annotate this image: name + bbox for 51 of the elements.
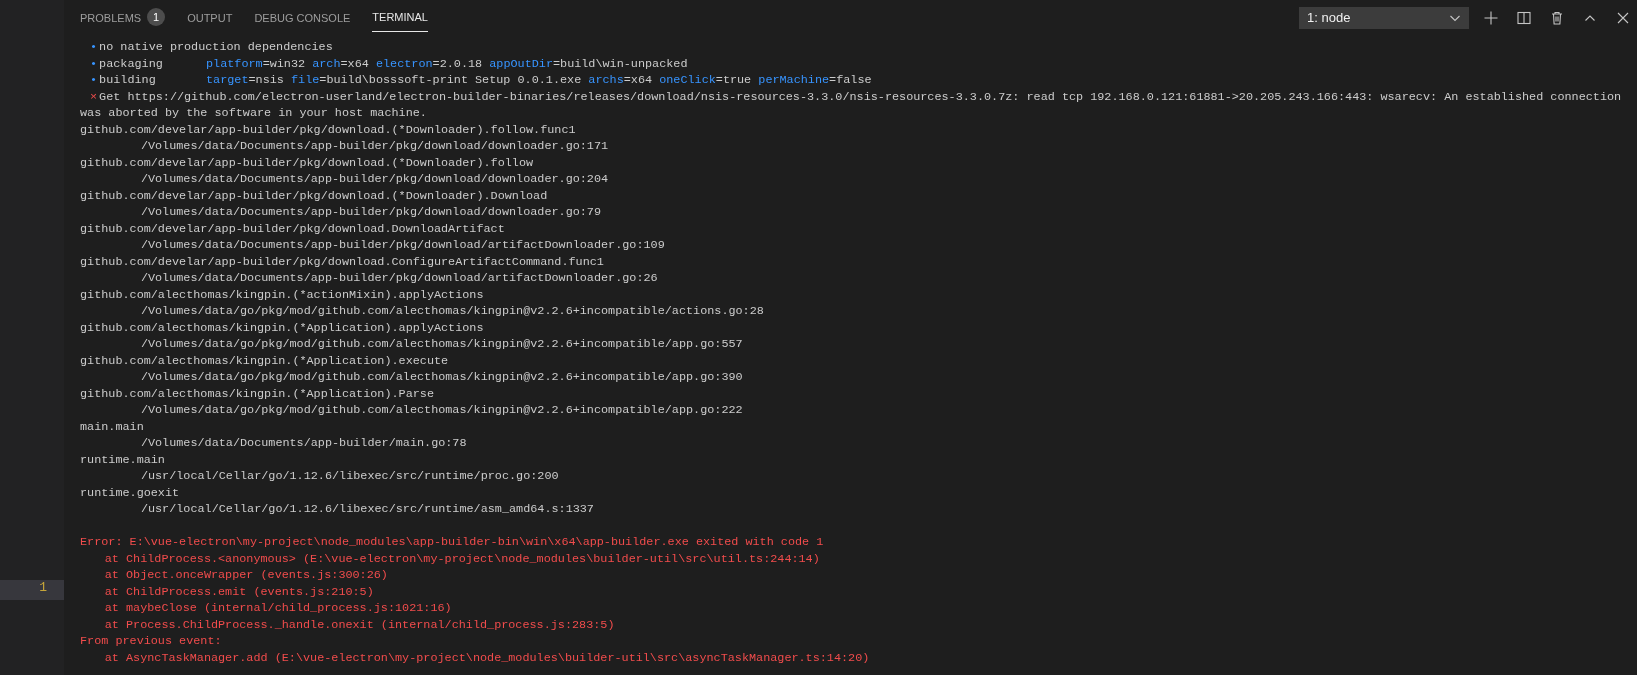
terminal-line: /Volumes/data/Documents/app-builder/pkg/download/downloader.go:79 — [139, 204, 603, 221]
terminal-line: main.main — [80, 418, 145, 435]
count-badge: 1 — [147, 8, 166, 26]
terminal-line: github.com/develar/app-builder/pkg/download.DownloadArtifact — [80, 220, 506, 237]
error-icon: × — [89, 88, 100, 105]
plus-icon[interactable] — [1483, 9, 1499, 26]
terminal-line: /Volumes/data/go/pkg/mod/github.com/alecthomas/kingpin@v2.2.6+incompatible/actions.go:28 — [139, 303, 765, 320]
log-message: Get https://github.com/electron-userland/electron-builder-binaries/releases/download/nsis-resources-3.3.0/nsis-resources-3.3.0.7z: read tcp 192.168.0.121:61881->20.205.243.166:443: wsarecv: An established connection — [99, 88, 1622, 105]
error-line: Error: E:\vue-electron\my-project\node_modules\app-builder-bin\win\x64\app-builder.exe exited with code 1 — [80, 534, 825, 551]
error-line: From previous event: — [80, 633, 223, 650]
terminal-line: was aborted by the software in your host machine. — [80, 105, 428, 122]
terminal-line: /Volumes/data/go/pkg/mod/github.com/alecthomas/kingpin@v2.2.6+incompatible/app.go:390 — [139, 369, 744, 386]
terminal-line: runtime.main — [80, 451, 166, 468]
terminal-line: github.com/develar/app-builder/pkg/download.ConfigureArtifactCommand.func1 — [80, 253, 605, 270]
terminal-line: /Volumes/data/Documents/app-builder/pkg/download/downloader.go:171 — [139, 138, 610, 155]
panel-tab[interactable]: TERMINAL — [372, 0, 428, 35]
error-line: at AsyncTaskManager.add (E:\vue-electron\my-project\node_modules\builder-util\src\asyncTaskManager.ts:14:20) — [103, 649, 871, 666]
error-line: at Object.onceWrapper (events.js:300:26) — [103, 567, 389, 584]
bullet-icon: • — [89, 55, 100, 72]
terminal-line: /Volumes/data/Documents/app-builder/pkg/download/artifactDownloader.go:109 — [139, 237, 666, 254]
error-line: at Process.ChildProcess._handle.onexit (internal/child_process.js:283:5) — [103, 616, 616, 633]
bullet-icon: • — [89, 39, 100, 56]
trash-icon[interactable] — [1549, 9, 1565, 26]
line-number: 1 — [0, 580, 64, 600]
terminal-line: github.com/alecthomas/kingpin.(*actionMixin).applyActions — [80, 286, 485, 303]
terminal-line: /Volumes/data/go/pkg/mod/github.com/alecthomas/kingpin@v2.2.6+incompatible/app.go:557 — [139, 336, 744, 353]
terminal-line: /Volumes/data/Documents/app-builder/pkg/download/artifactDownloader.go:26 — [139, 270, 659, 287]
log-message: packaging platform=win32 arch=x64 electron=2.0.18 appOutDir=build\win-unpacked — [99, 55, 688, 72]
panel-tab[interactable]: PROBLEMS 1 — [80, 0, 166, 35]
error-line: at ChildProcess.<anonymous> (E:\vue-electron\my-project\node_modules\builder-util\src\util.ts:244:14) — [103, 550, 821, 567]
split-icon[interactable] — [1516, 9, 1532, 26]
terminal-line: github.com/develar/app-builder/pkg/download.(*Downloader).follow — [80, 154, 535, 171]
panel-tab[interactable]: DEBUG CONSOLE — [254, 0, 351, 35]
log-message: building target=nsis file=build\bosssoft-print Setup 0.0.1.exe archs=x64 oneClick=true perMachine=false — [99, 72, 872, 89]
terminal-line: github.com/develar/app-builder/pkg/download.(*Downloader).Download — [80, 187, 549, 204]
terminal-line: /Volumes/data/Documents/app-builder/pkg/download/downloader.go:204 — [139, 171, 610, 188]
terminal-line: github.com/alecthomas/kingpin.(*Application).Parse — [80, 385, 435, 402]
terminal-line: /Volumes/data/Documents/app-builder/main.go:78 — [139, 435, 468, 452]
terminal-line: github.com/develar/app-builder/pkg/download.(*Downloader).follow.func1 — [80, 121, 577, 138]
log-message: no native production dependencies — [99, 39, 333, 56]
error-line: at maybeClose (internal/child_process.js:1021:16) — [103, 600, 453, 617]
terminal-line: /Volumes/data/go/pkg/mod/github.com/alecthomas/kingpin@v2.2.6+incompatible/app.go:222 — [139, 402, 744, 419]
terminal-line: github.com/alecthomas/kingpin.(*Application).execute — [80, 352, 450, 369]
terminal-line: runtime.goexit — [80, 484, 181, 501]
bullet-icon: • — [89, 72, 100, 89]
panel-tab[interactable]: OUTPUT — [187, 0, 233, 35]
error-line: at ChildProcess.emit (events.js:210:5) — [103, 583, 375, 600]
terminal-line: /usr/local/Cellar/go/1.12.6/libexec/src/runtime/asm_amd64.s:1337 — [139, 501, 595, 518]
terminal-line: /usr/local/Cellar/go/1.12.6/libexec/src/runtime/proc.go:200 — [139, 468, 560, 485]
terminal-line: github.com/alecthomas/kingpin.(*Application).applyActions — [80, 319, 485, 336]
terminal-select[interactable]: 1: node — [1299, 6, 1469, 29]
